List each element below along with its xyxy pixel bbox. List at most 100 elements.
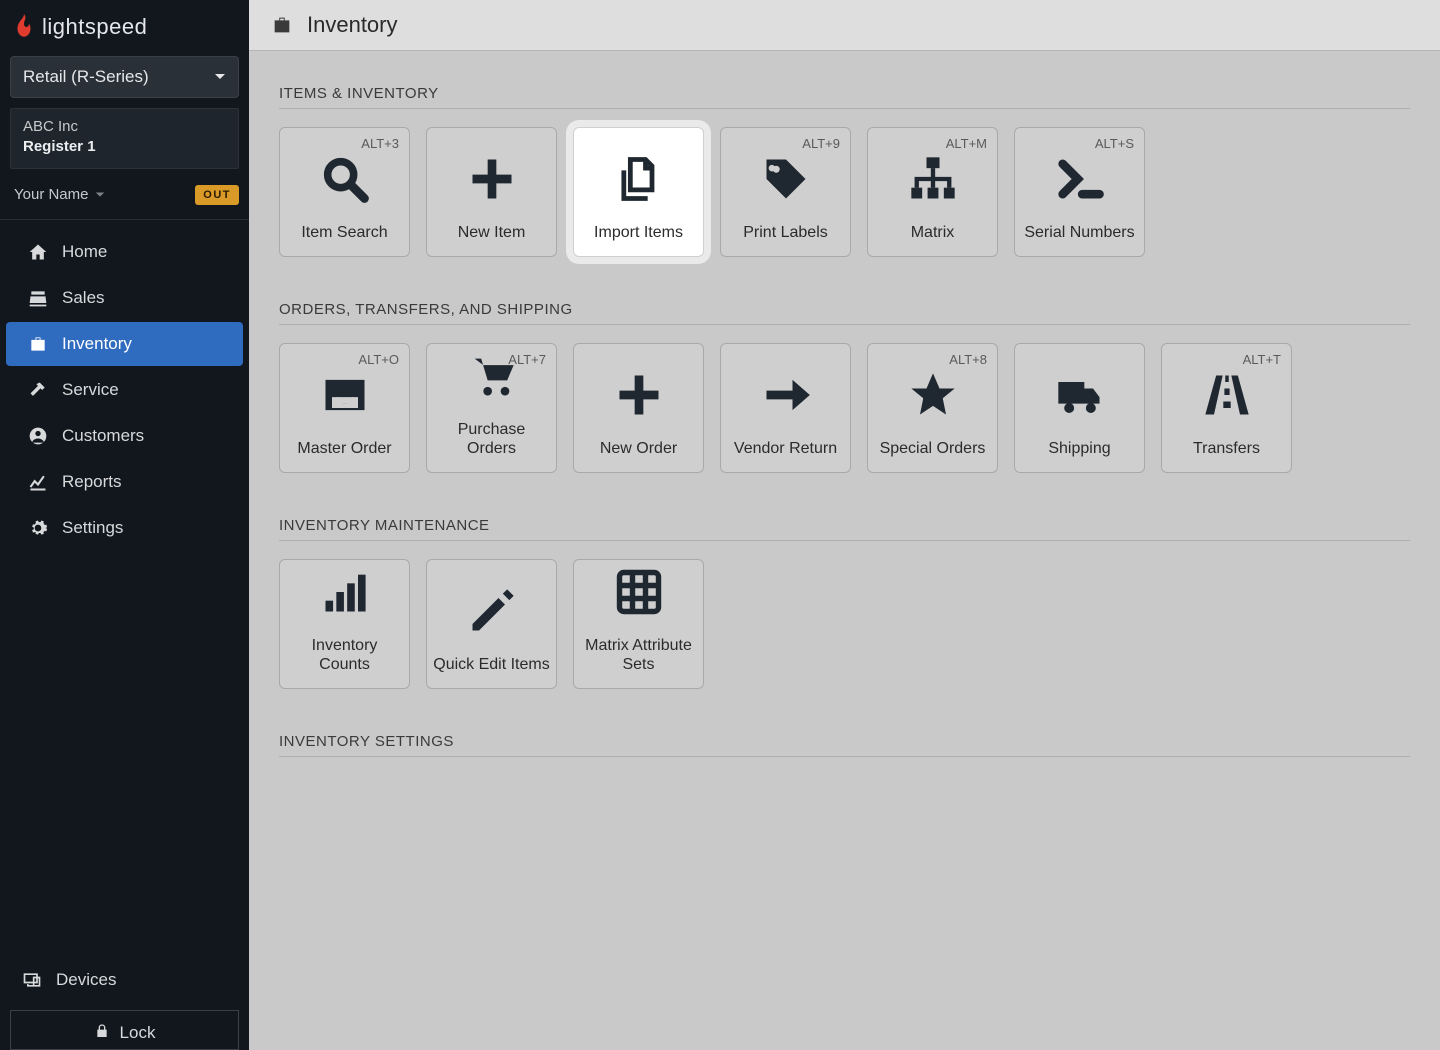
nav-service[interactable]: Service — [6, 368, 243, 412]
nav-devices[interactable]: Devices — [0, 958, 249, 1002]
sidebar-bottom: Devices Lock — [0, 958, 249, 1050]
hammer-icon — [28, 380, 48, 400]
tile-row-items: ALT+3 Item Search New Item Import Items … — [279, 127, 1410, 257]
tile-label: Quick Edit Items — [433, 655, 549, 674]
sitemap-icon — [907, 153, 959, 205]
tile-label: Purchase Orders — [433, 420, 550, 458]
inbox-icon — [319, 369, 371, 421]
page-title: Inventory — [307, 12, 398, 38]
shortcut-label: ALT+9 — [802, 136, 840, 151]
series-selector[interactable]: Retail (R-Series) — [10, 56, 239, 98]
grid-icon — [613, 566, 665, 618]
gear-icon — [28, 518, 48, 538]
tile-row-orders: ALT+O Master Order ALT+7 Purchase Orders… — [279, 343, 1410, 473]
user-row: Your Name OUT — [14, 185, 239, 205]
truck-icon — [1054, 369, 1106, 421]
tile-label: Master Order — [297, 439, 391, 458]
tile-transfers[interactable]: ALT+T Transfers — [1161, 343, 1292, 473]
road-icon — [1201, 369, 1253, 421]
sidebar: lightspeed Retail (R-Series) ABC Inc Reg… — [0, 0, 249, 1050]
flame-icon — [14, 14, 34, 40]
shortcut-label: ALT+S — [1095, 136, 1134, 151]
brand-logo: lightspeed — [0, 0, 249, 50]
tile-label: Import Items — [594, 223, 683, 242]
plus-icon — [613, 369, 665, 421]
search-icon — [319, 153, 371, 205]
terminal-icon — [1054, 153, 1106, 205]
shortcut-label: ALT+7 — [508, 352, 546, 367]
divider — [0, 219, 249, 220]
devices-icon — [22, 970, 42, 990]
tile-special-orders[interactable]: ALT+8 Special Orders — [867, 343, 998, 473]
tile-new-item[interactable]: New Item — [426, 127, 557, 257]
tile-matrix[interactable]: ALT+M Matrix — [867, 127, 998, 257]
star-icon — [907, 369, 959, 421]
tile-label: Item Search — [301, 223, 387, 242]
main-nav: Home Sales Inventory Service Customers R… — [0, 224, 249, 959]
brand-text: lightspeed — [42, 14, 147, 40]
lock-button[interactable]: Lock — [10, 1010, 239, 1050]
tile-label: Inventory Counts — [286, 636, 403, 674]
section-title-settings: INVENTORY SETTINGS — [279, 733, 1410, 757]
tile-matrix-attribute-sets[interactable]: Matrix Attribute Sets — [573, 559, 704, 689]
section-title-items: ITEMS & INVENTORY — [279, 85, 1410, 109]
nav-settings[interactable]: Settings — [6, 506, 243, 550]
shortcut-label: ALT+O — [358, 352, 399, 367]
tile-label: Special Orders — [880, 439, 986, 458]
nav-sales[interactable]: Sales — [6, 276, 243, 320]
shortcut-label: ALT+T — [1243, 352, 1281, 367]
tile-print-labels[interactable]: ALT+9 Print Labels — [720, 127, 851, 257]
nav-reports[interactable]: Reports — [6, 460, 243, 504]
clock-out-pill[interactable]: OUT — [195, 185, 239, 205]
lock-icon — [94, 1023, 110, 1039]
chart-line-icon — [28, 472, 48, 492]
tile-import-items[interactable]: Import Items — [573, 127, 704, 257]
user-circle-icon — [28, 426, 48, 446]
tile-new-order[interactable]: New Order — [573, 343, 704, 473]
page-header: Inventory — [249, 0, 1440, 51]
tile-label: Matrix Attribute Sets — [580, 636, 697, 674]
shortcut-label: ALT+M — [946, 136, 987, 151]
user-name-dropdown[interactable]: Your Name — [14, 186, 105, 203]
briefcase-icon — [271, 14, 293, 36]
tile-serial-numbers[interactable]: ALT+S Serial Numbers — [1014, 127, 1145, 257]
content-area: ITEMS & INVENTORY ALT+3 Item Search New … — [249, 51, 1440, 805]
tile-purchase-orders[interactable]: ALT+7 Purchase Orders — [426, 343, 557, 473]
copy-files-icon — [613, 153, 665, 205]
tile-vendor-return[interactable]: Vendor Return — [720, 343, 851, 473]
nav-inventory[interactable]: Inventory — [6, 322, 243, 366]
section-title-orders: ORDERS, TRANSFERS, AND SHIPPING — [279, 301, 1410, 325]
shortcut-label: ALT+8 — [949, 352, 987, 367]
tile-label: New Item — [458, 223, 526, 242]
tile-label: Vendor Return — [734, 439, 837, 458]
tile-inventory-counts[interactable]: Inventory Counts — [279, 559, 410, 689]
tag-icon — [760, 153, 812, 205]
nav-customers[interactable]: Customers — [6, 414, 243, 458]
tile-label: Transfers — [1193, 439, 1260, 458]
chevron-down-icon — [95, 190, 105, 200]
register-icon — [28, 288, 48, 308]
company-box[interactable]: ABC Inc Register 1 — [10, 108, 239, 169]
tile-quick-edit-items[interactable]: Quick Edit Items — [426, 559, 557, 689]
briefcase-icon — [28, 334, 48, 354]
tile-row-maintenance: Inventory Counts Quick Edit Items Matrix… — [279, 559, 1410, 689]
register-name: Register 1 — [23, 137, 226, 157]
tile-label: Print Labels — [743, 223, 828, 242]
plus-icon — [466, 153, 518, 205]
tile-shipping[interactable]: Shipping — [1014, 343, 1145, 473]
nav-home[interactable]: Home — [6, 230, 243, 274]
series-label: Retail (R-Series) — [23, 67, 149, 87]
tile-label: Matrix — [911, 223, 955, 242]
bars-icon — [319, 566, 371, 618]
tile-label: Shipping — [1048, 439, 1110, 458]
tile-label: New Order — [600, 439, 677, 458]
tile-label: Serial Numbers — [1024, 223, 1134, 242]
company-name: ABC Inc — [23, 117, 226, 137]
pencil-icon — [466, 585, 518, 637]
section-title-maintenance: INVENTORY MAINTENANCE — [279, 517, 1410, 541]
chevron-down-icon — [214, 71, 226, 83]
tile-master-order[interactable]: ALT+O Master Order — [279, 343, 410, 473]
tile-item-search[interactable]: ALT+3 Item Search — [279, 127, 410, 257]
home-icon — [28, 242, 48, 262]
main-panel: Inventory ITEMS & INVENTORY ALT+3 Item S… — [249, 0, 1440, 1050]
